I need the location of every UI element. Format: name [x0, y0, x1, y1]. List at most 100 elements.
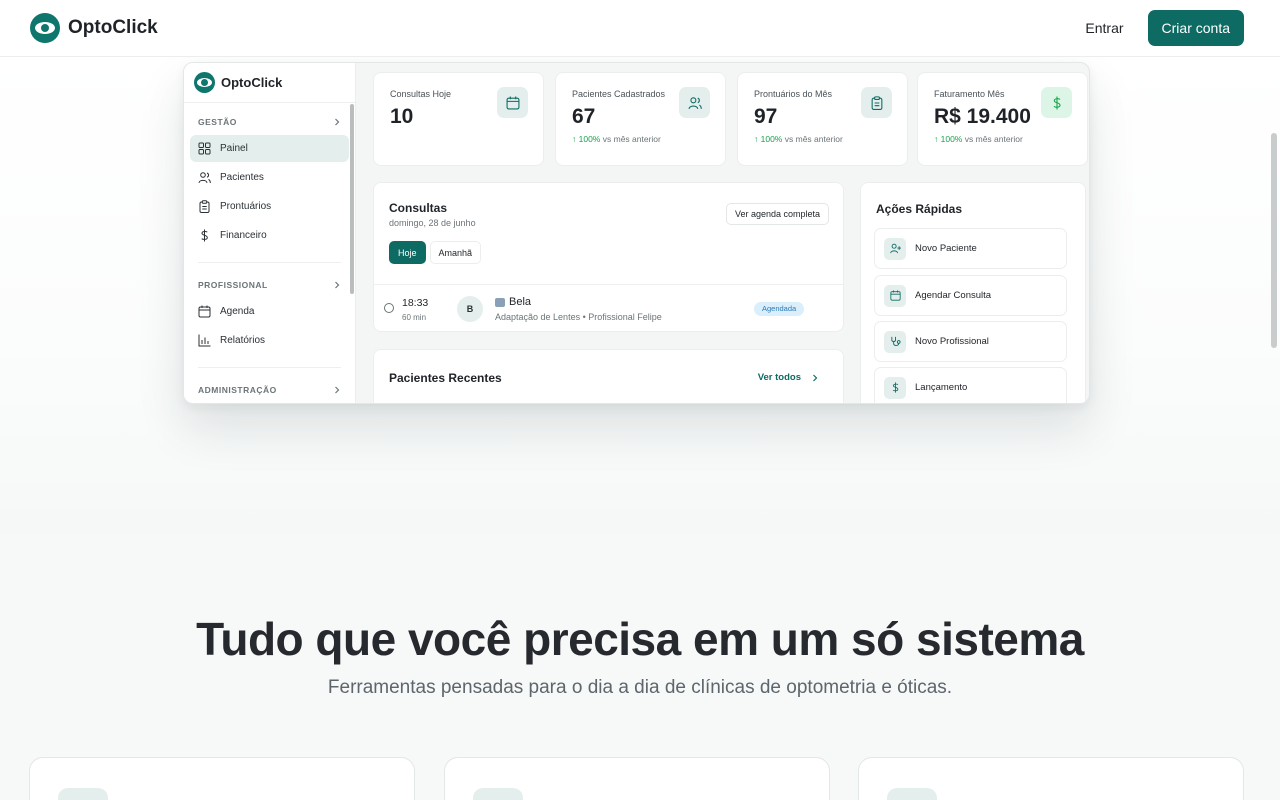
trend-up-icon: ↑	[934, 134, 941, 144]
features-headline: Tudo que você precisa em um só sistema	[196, 613, 1084, 665]
sidebar-section-administracao[interactable]: ADMINISTRAÇÃO	[184, 380, 355, 400]
users-icon	[198, 172, 211, 184]
quick-action-label: Novo Paciente	[915, 243, 977, 254]
sidebar-item-label: Relatórios	[220, 335, 266, 346]
sidebar-divider	[198, 262, 341, 263]
appointment-description: Adaptação de Lentes • Profissional Felip…	[495, 312, 662, 322]
trend-suffix: vs mês anterior	[964, 134, 1023, 144]
sidebar-item-agenda[interactable]: Agenda	[190, 298, 349, 325]
chevron-right-icon	[813, 374, 818, 381]
day-tabs: Hoje Amanhã	[389, 241, 482, 264]
feature-card	[444, 757, 830, 800]
status-badge: Agendada	[754, 302, 805, 316]
quick-actions-title: Ações Rápidas	[876, 202, 963, 216]
sidebar-item-label: Prontuários	[220, 201, 272, 212]
stat-card-pacientes: Pacientes Cadastrados 67 ↑ 100% vs mês a…	[555, 72, 726, 166]
sidebar-item-label: Agenda	[220, 306, 255, 317]
dollar-icon	[1041, 87, 1072, 118]
user-plus-icon	[884, 237, 906, 260]
avatar: B	[457, 296, 483, 322]
chevron-right-icon	[335, 281, 340, 289]
chevron-right-icon	[335, 118, 340, 126]
chevron-right-icon	[335, 386, 340, 394]
stat-card-consultas: Consultas Hoje 10	[373, 72, 544, 166]
recent-patients-title: Pacientes Recentes	[389, 371, 502, 385]
brand-logo[interactable]: OptoClick	[30, 13, 158, 43]
trend-suffix: vs mês anterior	[784, 134, 843, 144]
calendar-icon	[495, 297, 505, 307]
sidebar-item-financeiro[interactable]: Financeiro	[190, 222, 349, 249]
brand-name: OptoClick	[68, 17, 158, 38]
feature-card	[858, 757, 1244, 800]
sidebar-item-label: Financeiro	[220, 230, 267, 241]
sidebar-item-label: Pacientes	[220, 172, 264, 183]
trend-up-icon: ↑	[754, 134, 761, 144]
sidebar-item-prontuarios[interactable]: Prontuários	[190, 193, 349, 220]
nav-actions: Entrar Criar conta	[1085, 10, 1244, 46]
calendar-icon	[497, 87, 528, 118]
consultas-title: Consultas	[389, 201, 448, 215]
stat-trend: ↑ 100% vs mês anterior	[934, 134, 1071, 144]
stethoscope-icon	[884, 330, 906, 353]
sidebar-item-relatorios[interactable]: Relatórios	[190, 327, 349, 354]
feature-card	[29, 757, 415, 800]
consultas-date: domingo, 28 de junho	[389, 218, 476, 228]
quick-action-agendar-consulta[interactable]: Agendar Consulta	[874, 275, 1067, 316]
sidebar-item-pacientes[interactable]: Pacientes	[190, 164, 349, 191]
appointment-time: 18:33	[402, 297, 429, 309]
quick-action-novo-profissional[interactable]: Novo Profissional	[874, 321, 1067, 362]
calendar-icon	[198, 305, 211, 318]
eye-logo-icon	[30, 13, 60, 43]
quick-actions-card: Ações Rápidas Novo Paciente Agendar Cons…	[860, 182, 1086, 403]
appointment-row[interactable]: 18:33 60 min B Bela Adaptação de Lentes …	[374, 284, 843, 332]
feature-icon	[473, 788, 523, 800]
clipboard-icon	[199, 200, 210, 213]
sidebar-brand-name: OptoClick	[221, 75, 283, 90]
sidebar-section-gestao[interactable]: GESTÃO	[184, 112, 355, 132]
tab-hoje[interactable]: Hoje	[389, 241, 426, 264]
trend-percent: 100%	[578, 134, 601, 144]
signup-button[interactable]: Criar conta	[1147, 10, 1244, 46]
grid-icon	[198, 142, 211, 155]
app-preview-window: OptoClick GESTÃO Painel Pacientes Prontu…	[183, 62, 1090, 404]
trend-percent: 100%	[940, 134, 963, 144]
stat-card-prontuarios: Prontuários do Mês 97 ↑ 100% vs mês ante…	[737, 72, 908, 166]
patient-name: Bela	[509, 296, 532, 308]
stat-card-faturamento: Faturamento Mês R$ 19.400 ↑ 100% vs mês …	[917, 72, 1088, 166]
clock-icon	[384, 303, 394, 313]
users-icon	[679, 87, 710, 118]
sidebar-item-painel[interactable]: Painel	[190, 135, 349, 162]
stat-trend: ↑ 100% vs mês anterior	[754, 134, 891, 144]
sidebar-section-profissional[interactable]: PROFISSIONAL	[184, 275, 355, 295]
tab-amanha[interactable]: Amanhã	[429, 241, 482, 264]
stat-trend: ↑ 100% vs mês anterior	[572, 134, 709, 144]
appointment-duration: 60 min	[402, 313, 427, 322]
top-navbar: OptoClick Entrar Criar conta	[0, 0, 1280, 57]
quick-action-label: Agendar Consulta	[915, 290, 992, 301]
app-sidebar: OptoClick GESTÃO Painel Pacientes Prontu…	[184, 63, 356, 403]
quick-action-label: Lançamento	[915, 382, 968, 393]
quick-action-novo-paciente[interactable]: Novo Paciente	[874, 228, 1067, 269]
eye-logo-icon	[194, 72, 215, 93]
page-scrollbar[interactable]	[1271, 133, 1277, 348]
app-main: Consultas Hoje 10 Pacientes Cadastrados …	[356, 63, 1089, 403]
full-agenda-button[interactable]: Ver agenda completa	[725, 203, 829, 225]
feature-icon	[887, 788, 937, 800]
clipboard-icon	[861, 87, 892, 118]
sidebar-section-title: GESTÃO	[198, 117, 237, 127]
login-button[interactable]: Entrar	[1085, 20, 1123, 36]
consultas-card: Consultas domingo, 28 de junho Ver agend…	[373, 182, 844, 332]
quick-action-label: Novo Profissional	[915, 336, 989, 347]
sidebar-scrollbar[interactable]	[350, 104, 354, 294]
recent-patients-card: Pacientes Recentes Ver todos	[373, 349, 844, 403]
sidebar-section-title: PROFISSIONAL	[198, 280, 268, 290]
bar-chart-icon	[198, 334, 211, 347]
sidebar-section-title: ADMINISTRAÇÃO	[198, 385, 277, 395]
features-subline: Ferramentas pensadas para o dia a dia de…	[327, 677, 953, 698]
trend-up-icon: ↑	[572, 134, 579, 144]
sidebar-item-label: Painel	[220, 143, 248, 154]
see-all-link[interactable]: Ver todos	[758, 372, 819, 383]
see-all-label: Ver todos	[757, 372, 801, 383]
dollar-icon	[884, 376, 906, 399]
quick-action-lancamento[interactable]: Lançamento	[874, 367, 1067, 403]
